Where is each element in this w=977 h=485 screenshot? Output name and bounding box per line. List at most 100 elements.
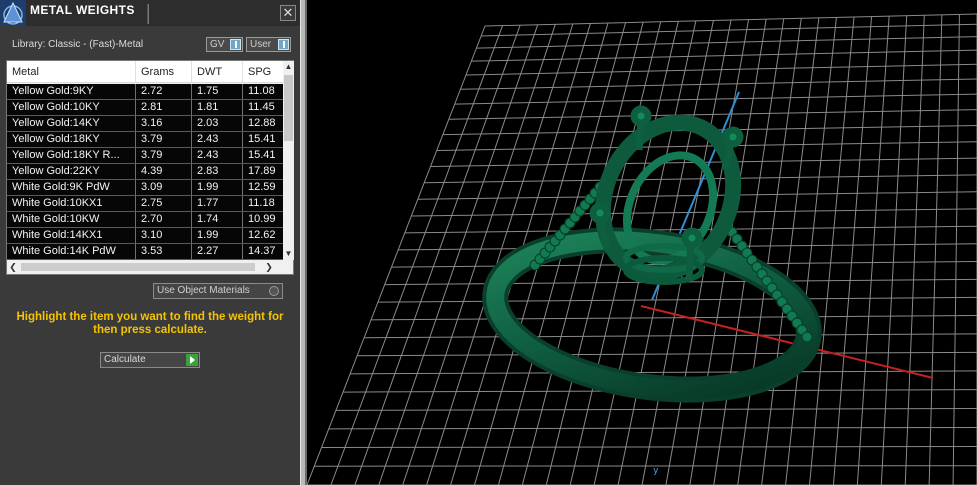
close-icon: ✕	[282, 5, 294, 20]
cell-dwt: 1.81	[192, 100, 243, 115]
scroll-left-icon[interactable]: ❮	[7, 260, 19, 274]
table-row[interactable]: Yellow Gold:18KY 3.79 2.43 15.41	[7, 132, 283, 148]
table-body: Yellow Gold:9KY 2.72 1.75 11.08 Yellow Gold…	[7, 84, 283, 260]
table-header: Metal Grams DWT SPG	[7, 61, 283, 83]
instruction-text: Highlight the item you want to find the …	[16, 311, 284, 336]
cell-metal: Yellow Gold:9KY	[7, 84, 136, 99]
cell-grams: 3.09	[136, 180, 192, 195]
cell-grams: 2.72	[136, 84, 192, 99]
gv-toggle[interactable]: GV	[206, 37, 243, 52]
cell-dwt: 2.83	[192, 164, 243, 179]
cell-grams: 3.16	[136, 116, 192, 131]
grid-line	[880, 15, 908, 485]
table-row[interactable]: Yellow Gold:10KY 2.81 1.81 11.45	[7, 100, 283, 116]
3d-viewport[interactable]: y	[307, 0, 977, 485]
cell-dwt: 2.43	[192, 148, 243, 163]
table-row[interactable]: Yellow Gold:18KY R... 3.79 2.43 15.41	[7, 148, 283, 164]
cell-grams: 3.79	[136, 148, 192, 163]
toggle-knob-icon	[230, 39, 241, 50]
gv-toggle-label: GV	[210, 39, 225, 50]
app-logo-icon	[0, 0, 26, 26]
cell-spg: 10.99	[248, 213, 276, 225]
table-row[interactable]: White Gold:14K PdW 3.53 2.27 14.37	[7, 244, 283, 260]
cell-dwt: 1.99	[192, 180, 243, 195]
table-row[interactable]: Yellow Gold:22KY 4.39 2.83 17.89	[7, 164, 283, 180]
horizontal-scroll-thumb[interactable]	[21, 263, 255, 271]
use-object-materials-toggle[interactable]: Use Object Materials	[153, 283, 283, 299]
cell-grams: 3.53	[136, 244, 192, 259]
panel-splitter[interactable]	[300, 0, 307, 485]
metal-weights-table: Metal Grams DWT SPG Yellow Gold:9KY 2.72 1…	[6, 60, 294, 275]
cell-spg: 11.45	[248, 101, 275, 113]
play-arrow-icon	[186, 354, 198, 366]
vertical-scrollbar[interactable]: ▲ ▼	[283, 61, 294, 260]
user-toggle-label: User	[250, 39, 272, 50]
column-header-metal[interactable]: Metal	[7, 61, 136, 82]
user-toggle[interactable]: User	[246, 37, 291, 52]
grid-line	[321, 446, 977, 449]
calculate-button[interactable]: Calculate	[100, 352, 200, 368]
table-row[interactable]: White Gold:10KW 2.70 1.74 10.99	[7, 212, 283, 228]
cell-dwt: 1.74	[192, 212, 243, 227]
library-label: Library: Classic - (Fast)-Metal	[12, 39, 144, 50]
cell-metal: Yellow Gold:18KY R...	[7, 148, 136, 163]
cell-grams: 3.10	[136, 228, 192, 243]
cell-dwt: 1.99	[192, 228, 243, 243]
horizontal-scrollbar[interactable]: ❮ ❯	[7, 260, 283, 274]
panel-title: METAL WEIGHTS	[30, 3, 135, 17]
column-header-dwt[interactable]: DWT	[192, 61, 243, 82]
table-row[interactable]: White Gold:9K PdW 3.09 1.99 12.59	[7, 180, 283, 196]
scroll-right-icon[interactable]: ❯	[263, 260, 275, 274]
table-row[interactable]: Yellow Gold:9KY 2.72 1.75 11.08	[7, 84, 283, 100]
cell-metal: White Gold:14KX1	[7, 228, 136, 243]
table-row[interactable]: Yellow Gold:14KY 3.16 2.03 12.88	[7, 116, 283, 132]
panel-titlebar: METAL WEIGHTS ✕	[0, 0, 300, 26]
viewport-scene	[307, 13, 977, 485]
grid-line	[832, 16, 873, 485]
cell-dwt: 1.77	[192, 196, 243, 211]
cell-dwt: 2.03	[192, 116, 243, 131]
grid-line	[904, 15, 925, 485]
grid-line	[856, 16, 890, 485]
cell-metal: Yellow Gold:10KY	[7, 100, 136, 115]
scroll-up-icon[interactable]: ▲	[283, 61, 294, 73]
cell-metal: Yellow Gold:22KY	[7, 164, 136, 179]
cell-spg: 12.62	[248, 229, 276, 241]
calculate-label: Calculate	[104, 354, 146, 365]
grid-line	[785, 17, 837, 485]
cell-spg: 15.41	[248, 133, 276, 145]
table-row[interactable]: White Gold:10KX1 2.75 1.77 11.18	[7, 196, 283, 212]
side-stone	[801, 331, 813, 343]
grid-line	[330, 25, 504, 485]
cell-dwt: 2.43	[192, 132, 243, 147]
toggle-knob-icon	[278, 39, 289, 50]
ring-shank-highlight	[486, 231, 818, 399]
column-header-spg[interactable]: SPG	[243, 61, 283, 82]
cell-spg: 17.89	[248, 165, 276, 177]
cell-metal: Yellow Gold:18KY	[7, 132, 136, 147]
grid-line	[952, 14, 960, 485]
cell-spg: 15.41	[248, 149, 276, 161]
cell-spg: 14.37	[248, 245, 276, 257]
cell-dwt: 1.75	[192, 84, 243, 99]
cell-grams: 4.39	[136, 164, 192, 179]
y-axis-label: y	[653, 466, 659, 476]
vertical-scroll-thumb[interactable]	[284, 75, 293, 141]
column-header-grams[interactable]: Grams	[136, 61, 192, 82]
grid-line	[354, 24, 521, 485]
use-object-materials-label: Use Object Materials	[157, 285, 250, 296]
radio-icon	[269, 286, 279, 296]
cell-metal: Yellow Gold:14KY	[7, 116, 136, 131]
table-row[interactable]: White Gold:14KX1 3.10 1.99 12.62	[7, 228, 283, 244]
cell-spg: 11.08	[248, 85, 275, 97]
cell-metal: White Gold:9K PdW	[7, 180, 136, 195]
cell-grams: 2.70	[136, 212, 192, 227]
cell-grams: 3.79	[136, 132, 192, 147]
grid-line	[761, 17, 820, 485]
scroll-down-icon[interactable]: ▼	[283, 248, 294, 260]
cell-grams: 2.75	[136, 196, 192, 211]
cell-metal: White Gold:10KW	[7, 212, 136, 227]
close-button[interactable]: ✕	[280, 5, 296, 21]
metal-weights-panel: METAL WEIGHTS ✕ Library: Classic - (Fast…	[0, 0, 300, 485]
grid-line	[928, 14, 943, 485]
